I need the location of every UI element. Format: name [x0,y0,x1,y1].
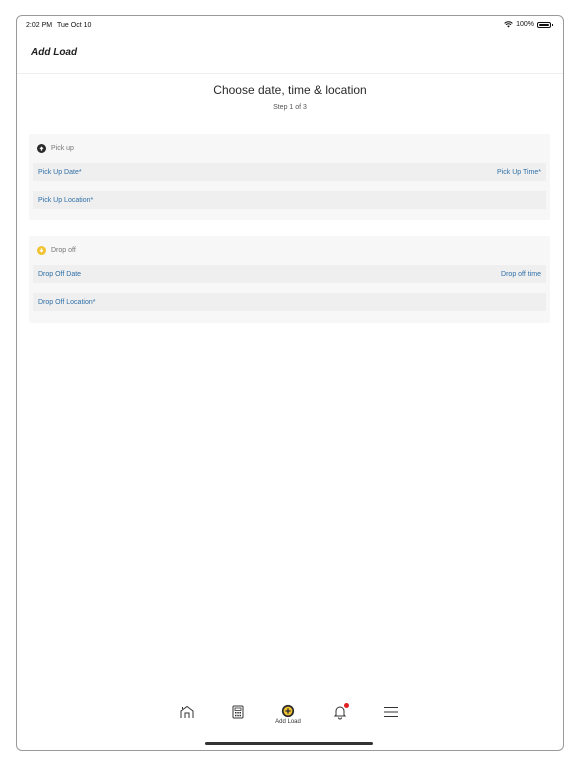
step-heading: Choose date, time & location [213,83,367,97]
tab-calculator[interactable] [226,704,250,728]
pickup-date-time-row: Pick Up Date* Pick Up Time* [33,163,546,181]
device-frame: 2:02 PM Tue Oct 10 100% Add Load Choose … [16,15,564,751]
pickup-card: Pick up Pick Up Date* Pick Up Time* Pick… [29,134,550,220]
wifi-icon [504,21,513,28]
pickup-header: Pick up [37,144,74,153]
status-indicators: 100% [504,21,553,28]
dropoff-location-field[interactable]: Drop Off Location* [33,293,546,311]
page-title: Add Load [31,47,78,58]
tab-menu[interactable] [379,704,403,728]
arrow-up-icon [37,144,46,153]
pickup-date-field[interactable]: Pick Up Date* [38,169,82,176]
pickup-section-label: Pick up [51,145,74,152]
notification-badge [344,703,349,708]
pickup-location-field[interactable]: Pick Up Location* [33,191,546,209]
navigation-bar: Add Load [17,36,563,74]
arrow-down-icon [37,246,46,255]
tab-home[interactable] [175,704,199,728]
home-icon [180,705,194,718]
dropoff-date-time-row: Drop Off Date Drop off time [33,265,546,283]
home-indicator[interactable] [205,742,373,745]
pickup-location-label: Pick Up Location* [38,196,94,204]
tab-add-load-label: Add Load [275,719,301,725]
battery-percent: 100% [516,21,534,28]
add-load-icon [281,704,295,718]
dropoff-location-label: Drop Off Location* [38,298,96,306]
dropoff-time-field[interactable]: Drop off time [501,271,541,278]
dropoff-card: Drop off Drop Off Date Drop off time Dro… [29,236,550,323]
pickup-time-field[interactable]: Pick Up Time* [497,169,541,176]
status-bar: 2:02 PM Tue Oct 10 100% [17,16,563,36]
calculator-icon [232,705,244,719]
dropoff-section-label: Drop off [51,247,76,254]
tab-add-load[interactable]: Add Load [272,704,304,728]
status-date: Tue Oct 10 [57,22,92,29]
tab-notifications[interactable] [328,703,352,728]
dropoff-date-field[interactable]: Drop Off Date [38,271,81,278]
dropoff-header: Drop off [37,246,76,255]
step-indicator: Step 1 of 3 [273,104,307,111]
tab-bar: Add Load [17,696,563,736]
menu-icon [384,707,398,717]
battery-icon [537,21,553,28]
status-time: 2:02 PM [26,22,53,29]
